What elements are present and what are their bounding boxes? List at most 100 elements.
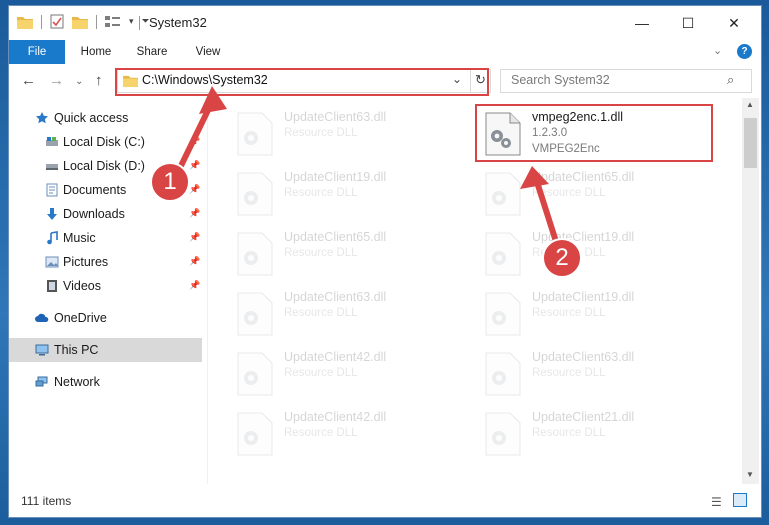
sidebar-item-label: This PC	[54, 343, 99, 357]
sidebar-item-label: Videos	[63, 279, 101, 293]
file-item[interactable]: UpdateClient42.dll Resource DLL	[224, 404, 458, 462]
file-name: UpdateClient19.dll	[284, 170, 387, 184]
explorer-window: ▾ ⏷ System32 — ☐ ✕ File Home Share View …	[9, 6, 761, 517]
large-icons-view-icon[interactable]	[733, 493, 747, 507]
step-2-badge: 2	[542, 238, 582, 278]
file-item[interactable]: UpdateClient63.dll Resource DLL	[224, 284, 458, 342]
sidebar-item-videos[interactable]: Videos 📌	[9, 274, 202, 298]
file-item[interactable]: UpdateClient19.dll Resource DLL	[472, 284, 706, 342]
view-options-icon[interactable]	[105, 15, 121, 29]
dll-file-icon	[237, 232, 273, 276]
documents-icon	[46, 183, 58, 197]
dll-file-icon	[237, 412, 273, 456]
videos-icon	[47, 280, 57, 292]
tab-file[interactable]: File	[9, 40, 65, 64]
tab-share[interactable]: Share	[127, 40, 177, 64]
tab-home[interactable]: Home	[71, 40, 121, 64]
maximize-button[interactable]: ☐	[665, 6, 711, 40]
pane-splitter[interactable]	[207, 98, 208, 484]
expand-ribbon-icon[interactable]: ⌄	[713, 44, 722, 57]
file-name: UpdateClient65.dll	[284, 230, 387, 244]
file-item[interactable]: UpdateClient42.dll Resource DLL	[224, 344, 458, 402]
dll-file-icon	[485, 232, 521, 276]
file-item[interactable]: UpdateClient63.dll Resource DLL	[224, 104, 458, 162]
file-item[interactable]: UpdateClient65.dll Resource DLL	[472, 164, 706, 222]
sidebar-item-local-disk-c[interactable]: Local Disk (C:) 📌	[9, 130, 202, 154]
pin-icon[interactable]: 📌	[189, 232, 200, 243]
sidebar-item-label: Network	[54, 375, 100, 389]
close-icon: ✕	[728, 14, 740, 31]
file-type: Resource DLL	[284, 307, 358, 319]
scrollbar-thumb[interactable]	[744, 118, 757, 168]
network-icon	[35, 376, 48, 387]
file-type: Resource DLL	[532, 187, 606, 199]
sidebar-item-label: OneDrive	[54, 311, 107, 325]
download-icon	[47, 208, 57, 220]
dll-file-icon	[485, 352, 521, 396]
pin-icon[interactable]: 📌	[189, 256, 200, 267]
step-1-badge: 1	[150, 162, 190, 202]
details-view-icon[interactable]: ☰	[711, 495, 722, 509]
file-type: Resource DLL	[284, 187, 358, 199]
forward-arrow-icon[interactable]: →	[49, 72, 64, 89]
recent-locations-icon[interactable]: ⌄	[75, 76, 83, 87]
vertical-scrollbar[interactable]: ▲ ▼	[742, 98, 759, 484]
file-name: UpdateClient19.dll	[532, 230, 635, 244]
file-item[interactable]: UpdateClient19.dll Resource DLL	[224, 164, 458, 222]
file-type: Resource DLL	[284, 367, 358, 379]
file-item[interactable]: UpdateClient63.dll Resource DLL	[472, 344, 706, 402]
file-name: UpdateClient19.dll	[532, 290, 635, 304]
search-icon[interactable]: ⌕	[727, 72, 734, 88]
sidebar-item-this-pc[interactable]: This PC	[9, 338, 202, 362]
search-input[interactable]: Search System32	[511, 73, 610, 87]
up-arrow-icon[interactable]: ↑	[95, 72, 103, 89]
pin-icon[interactable]: 📌	[189, 184, 200, 195]
item-count: 111 items	[21, 494, 72, 508]
close-button[interactable]: ✕	[711, 6, 757, 40]
help-icon[interactable]: ?	[737, 44, 752, 59]
pin-icon[interactable]: 📌	[189, 280, 200, 291]
dll-file-icon	[237, 172, 273, 216]
file-item[interactable]: UpdateClient19.dll Resource DLL	[472, 224, 706, 282]
scroll-up-icon[interactable]: ▲	[746, 100, 754, 109]
pin-icon[interactable]: 📌	[189, 160, 200, 171]
back-arrow-icon[interactable]: ←	[21, 72, 36, 89]
file-type: Resource DLL	[532, 367, 606, 379]
dll-file-icon	[237, 112, 273, 156]
separator	[96, 14, 97, 29]
dll-file-icon	[485, 292, 521, 336]
sidebar-item-label: Documents	[63, 183, 127, 197]
file-type: Resource DLL	[284, 127, 358, 139]
folder-icon	[17, 16, 33, 29]
pin-icon[interactable]: 📌	[189, 136, 200, 147]
sidebar-item-quick-access[interactable]: Quick access	[9, 106, 202, 130]
sidebar-item-label: Local Disk (C:)	[63, 135, 145, 149]
properties-icon[interactable]	[50, 14, 64, 29]
minimize-icon: —	[635, 15, 649, 31]
scroll-down-icon[interactable]: ▼	[746, 470, 754, 479]
pin-icon[interactable]: 📌	[189, 208, 200, 219]
minimize-button[interactable]: —	[619, 6, 665, 40]
dll-file-icon	[237, 352, 273, 396]
dll-file-icon	[485, 412, 521, 456]
tab-view[interactable]: View	[183, 40, 233, 64]
sidebar-item-music[interactable]: Music 📌	[9, 226, 202, 250]
qat-dropdown-icon[interactable]: ▾	[129, 16, 134, 27]
search-box[interactable]: Search System32 ⌕	[500, 69, 752, 93]
sidebar-item-pictures[interactable]: Pictures 📌	[9, 250, 202, 274]
sidebar-item-downloads[interactable]: Downloads 📌	[9, 202, 202, 226]
sidebar-item-network[interactable]: Network	[9, 370, 202, 394]
file-highlight	[475, 104, 713, 162]
sidebar-item-onedrive[interactable]: OneDrive	[9, 306, 202, 330]
file-item[interactable]: UpdateClient65.dll Resource DLL	[224, 224, 458, 282]
cloud-icon	[35, 313, 49, 322]
file-item[interactable]: UpdateClient21.dll Resource DLL	[472, 404, 706, 462]
star-icon	[36, 112, 48, 124]
drive-icon	[46, 164, 58, 170]
sidebar-item-label: Downloads	[63, 207, 125, 221]
separator	[41, 14, 42, 29]
address-bar-highlight	[115, 68, 489, 96]
dll-file-icon	[485, 172, 521, 216]
file-name: UpdateClient42.dll	[284, 350, 387, 364]
new-folder-icon[interactable]	[72, 15, 88, 29]
